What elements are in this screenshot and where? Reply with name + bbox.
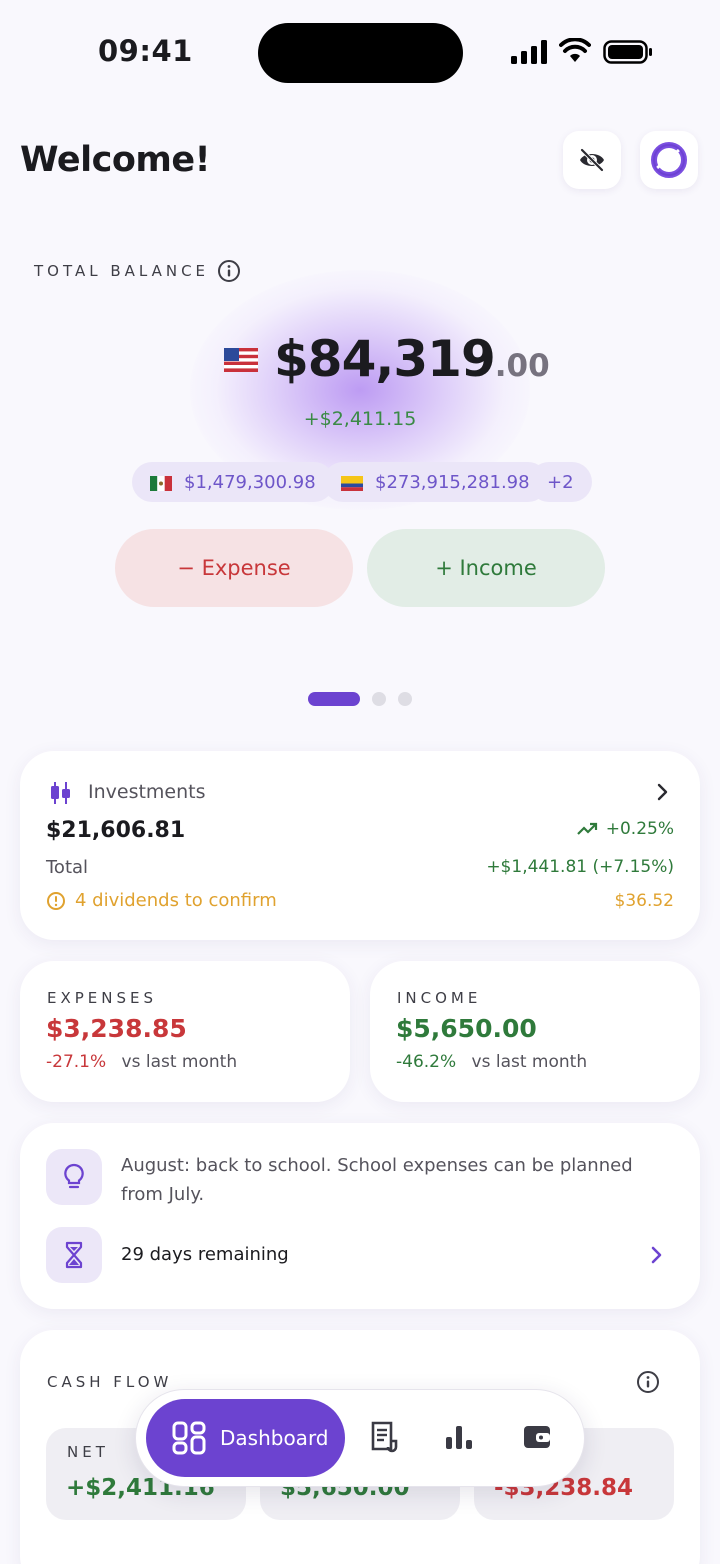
investments-card[interactable]: Investments $21,606.81 +0.25% Total +$1,… (20, 751, 700, 940)
dividends-alert[interactable]: 4 dividends to confirm (46, 890, 277, 911)
currency-chip-cop[interactable]: $273,915,281.98 (323, 462, 548, 502)
bar-chart-icon (446, 1426, 472, 1449)
lightbulb-icon (46, 1149, 102, 1205)
income-change: -46.2% vs last month (396, 1052, 588, 1072)
tip-card[interactable]: August: back to school. School expenses … (20, 1123, 700, 1309)
page-dot-active[interactable] (308, 692, 360, 706)
days-remaining: 29 days remaining (121, 1244, 289, 1265)
dynamic-island (258, 23, 463, 83)
hide-balance-button[interactable] (563, 131, 621, 189)
battery-icon (603, 40, 653, 64)
add-expense-button[interactable]: − Expense (115, 529, 353, 607)
trending-up-icon (576, 822, 597, 835)
expenses-label: EXPENSES (47, 989, 158, 1007)
income-label: INCOME (397, 989, 482, 1007)
investments-total-label: Total (46, 857, 89, 878)
cash-flow-label: CASH FLOW (47, 1373, 173, 1391)
investments-title: Investments (88, 781, 206, 803)
total-balance-label: TOTAL BALANCE (34, 262, 210, 280)
investments-gain: +$1,441.81 (+7.15%) (486, 857, 674, 877)
wallet-icon (524, 1426, 550, 1448)
currency-chip-mxn[interactable]: $1,479,300.98 (132, 462, 334, 502)
status-time: 09:41 (98, 34, 193, 68)
expenses-change: -27.1% vs last month (46, 1052, 238, 1072)
us-flag-icon (224, 348, 258, 372)
dashboard-icon (172, 1421, 206, 1455)
signal-icon (511, 40, 547, 64)
expenses-card[interactable]: EXPENSES $3,238.85 -27.1% vs last month (20, 961, 350, 1102)
nav-dashboard[interactable]: Dashboard (146, 1399, 345, 1477)
page-title: Welcome! (20, 140, 211, 180)
tip-text: August: back to school. School expenses … (121, 1155, 633, 1205)
receipt-icon (371, 1421, 398, 1453)
colombia-flag-icon (341, 475, 363, 491)
profile-logo-button[interactable] (640, 131, 698, 189)
info-icon[interactable] (636, 1370, 660, 1398)
page-indicator (308, 692, 412, 706)
alert-circle-icon (47, 891, 65, 910)
investments-amount: $21,606.81 (46, 818, 186, 843)
income-card[interactable]: INCOME $5,650.00 -46.2% vs last month (370, 961, 700, 1102)
chevron-right-icon[interactable] (654, 781, 670, 807)
eye-off-icon (580, 148, 604, 172)
wifi-icon (559, 37, 591, 64)
add-income-button[interactable]: + Income (367, 529, 605, 607)
balance-change: +$2,411.15 (303, 408, 417, 430)
nav-stats[interactable] (439, 1417, 479, 1457)
income-amount: $5,650.00 (396, 1014, 537, 1043)
info-icon[interactable] (217, 259, 241, 283)
nav-dashboard-label: Dashboard (220, 1426, 329, 1450)
hourglass-icon (46, 1227, 102, 1283)
dividends-amount: $36.52 (614, 891, 674, 911)
page-dot[interactable] (398, 692, 412, 706)
nav-wallet[interactable] (517, 1417, 557, 1457)
chevron-right-icon[interactable] (648, 1244, 664, 1270)
app-logo-icon (651, 142, 687, 178)
page-dot[interactable] (372, 692, 386, 706)
net-label: NET (67, 1443, 109, 1461)
expenses-amount: $3,238.85 (46, 1014, 187, 1043)
investments-percent: +0.25% (576, 819, 674, 839)
candlestick-icon (50, 781, 72, 809)
total-balance-amount: $84,319.00 (274, 330, 550, 388)
nav-transactions[interactable] (363, 1417, 403, 1457)
more-currencies-chip[interactable]: +2 (529, 462, 592, 502)
mexico-flag-icon (150, 475, 172, 491)
